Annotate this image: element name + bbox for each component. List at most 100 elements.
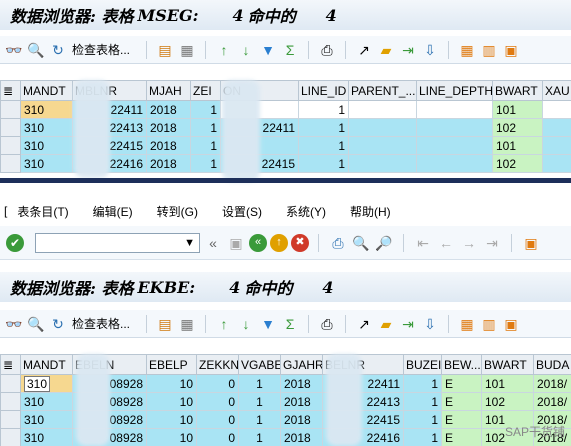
cell-vgabe[interactable]: 1 — [238, 392, 281, 411]
choose-layout-icon[interactable]: ▥ — [479, 40, 499, 60]
cell-line-id[interactable]: 1 — [298, 154, 349, 173]
sum-icon[interactable]: Σ — [280, 314, 300, 334]
column-header[interactable]: LINE_DEPTH — [416, 80, 493, 101]
cell-zekkn[interactable]: 0 — [196, 374, 239, 393]
sort-ascending-icon[interactable]: ↑ — [214, 314, 234, 334]
cell-gjahr[interactable]: 2018 — [280, 392, 323, 411]
menu-table-entry[interactable]: 表条目(T) — [17, 203, 68, 220]
cell-zeile[interactable]: 1 — [190, 136, 221, 155]
row-selector[interactable] — [0, 154, 21, 173]
menu-settings[interactable]: 设置(S) — [222, 203, 262, 220]
refresh-icon[interactable]: ↻ — [48, 314, 68, 334]
column-header[interactable]: BWART — [492, 80, 543, 101]
cell-mjahr[interactable]: 2018 — [146, 154, 191, 173]
cell-mandt[interactable]: 310 — [20, 100, 73, 119]
save-as-icon[interactable]: ⇥ — [398, 314, 418, 334]
cell-buzei[interactable]: 1 — [403, 374, 442, 393]
previous-page-icon[interactable]: ← — [436, 233, 456, 253]
save-icon[interactable]: ▣ — [226, 233, 246, 253]
cell-bwart[interactable]: 102 — [492, 118, 543, 137]
glasses-icon[interactable]: 👓 — [4, 314, 24, 334]
cell-bwart[interactable]: 101 — [481, 374, 534, 393]
export-icon[interactable]: ↗ — [354, 40, 374, 60]
cell-mjahr[interactable]: 2018 — [146, 136, 191, 155]
cell-ebelp[interactable]: 10 — [146, 410, 197, 429]
filter-icon[interactable]: ▼ — [258, 314, 278, 334]
save-layout-icon[interactable]: ▣ — [501, 40, 521, 60]
select-icon[interactable]: ▦ — [177, 314, 197, 334]
new-session-icon[interactable]: ▣ — [521, 233, 541, 253]
column-header[interactable]: BUDA — [533, 354, 571, 375]
column-header[interactable]: EBELP — [146, 354, 197, 375]
column-header[interactable]: GJAHR — [280, 354, 323, 375]
cell-budat[interactable]: 2018/ — [533, 392, 571, 411]
download-icon[interactable]: ⇩ — [420, 40, 440, 60]
detail-icon[interactable]: ▤ — [155, 40, 175, 60]
cell-buzei[interactable]: 1 — [403, 410, 442, 429]
menu-edit[interactable]: 编辑(E) — [93, 203, 133, 220]
row-selector[interactable] — [0, 392, 21, 411]
cell-mandt[interactable]: 310 — [20, 428, 73, 446]
find-icon[interactable]: 🔍 — [26, 40, 46, 60]
cell-mandt[interactable]: 310 — [20, 410, 73, 429]
sort-descending-icon[interactable]: ↓ — [236, 314, 256, 334]
find-icon[interactable]: 🔍 — [26, 314, 46, 334]
print-preview-icon[interactable]: ⎙ — [317, 314, 337, 334]
collapse-icon[interactable]: « — [203, 233, 223, 253]
cell-mandt[interactable]: 310 — [20, 118, 73, 137]
cell-line-depth[interactable] — [416, 136, 493, 155]
row-selector[interactable] — [0, 136, 21, 155]
menu-goto[interactable]: 转到(G) — [157, 203, 198, 220]
cell-budat[interactable]: 2018/ — [533, 374, 571, 393]
find-icon[interactable]: 🔍 — [351, 233, 371, 253]
cell-bwart[interactable]: 102 — [481, 392, 534, 411]
cell-parent[interactable] — [348, 154, 417, 173]
save-layout-icon[interactable]: ▣ — [501, 314, 521, 334]
cell-gjahr[interactable]: 2018 — [280, 374, 323, 393]
cell-mandt[interactable]: 310 — [20, 374, 73, 393]
cell-xauto[interactable] — [542, 154, 571, 173]
cell-parent[interactable] — [348, 100, 417, 119]
column-header[interactable]: BEW... — [441, 354, 482, 375]
filter-icon[interactable]: ▼ — [258, 40, 278, 60]
cell-bwart[interactable]: 101 — [492, 100, 543, 119]
cell-xauto[interactable] — [542, 100, 571, 119]
select-all-icon[interactable]: ≣ — [0, 80, 21, 101]
row-selector[interactable] — [0, 374, 21, 393]
cell-bwart[interactable]: 102 — [492, 154, 543, 173]
cell-buzei[interactable]: 1 — [403, 392, 442, 411]
enter-check-icon[interactable]: ✔ — [6, 233, 24, 252]
detail-icon[interactable]: ▤ — [155, 314, 175, 334]
column-header[interactable]: BWART — [481, 354, 534, 375]
cell-bewtp[interactable]: E — [441, 374, 482, 393]
refresh-icon[interactable]: ↻ — [48, 40, 68, 60]
column-header[interactable]: PARENT_... — [348, 80, 417, 101]
row-selector[interactable] — [0, 410, 21, 429]
row-selector[interactable] — [0, 100, 21, 119]
cell-zekkn[interactable]: 0 — [196, 410, 239, 429]
choose-layout-icon[interactable]: ▥ — [479, 314, 499, 334]
column-header[interactable]: VGABE — [238, 354, 281, 375]
column-header[interactable]: MJAH — [146, 80, 191, 101]
cell-mandt[interactable]: 310 — [20, 154, 73, 173]
column-header[interactable]: BUZEI — [403, 354, 442, 375]
print-preview-icon[interactable]: ⎙ — [317, 40, 337, 60]
cell-xauto[interactable] — [542, 136, 571, 155]
find-next-icon[interactable]: 🔎 — [374, 233, 394, 253]
folder-icon[interactable]: ▰ — [376, 314, 396, 334]
cell-ebelp[interactable]: 10 — [146, 392, 197, 411]
cell-mjahr[interactable]: 2018 — [146, 118, 191, 137]
cell-mjahr[interactable]: 2018 — [146, 100, 191, 119]
cell-mandt-input[interactable]: 310 — [24, 375, 51, 392]
save-as-icon[interactable]: ⇥ — [398, 40, 418, 60]
command-field[interactable]: ▼ — [35, 232, 200, 253]
cell-bewtp[interactable]: E — [441, 428, 482, 446]
sort-descending-icon[interactable]: ↓ — [236, 40, 256, 60]
cell-line-id[interactable]: 1 — [298, 100, 349, 119]
print-icon[interactable]: ⎙ — [328, 233, 348, 253]
sum-icon[interactable]: Σ — [280, 40, 300, 60]
row-selector[interactable] — [0, 428, 21, 446]
cell-vgabe[interactable]: 1 — [238, 374, 281, 393]
next-page-icon[interactable]: → — [459, 233, 479, 253]
export-icon[interactable]: ↗ — [354, 314, 374, 334]
